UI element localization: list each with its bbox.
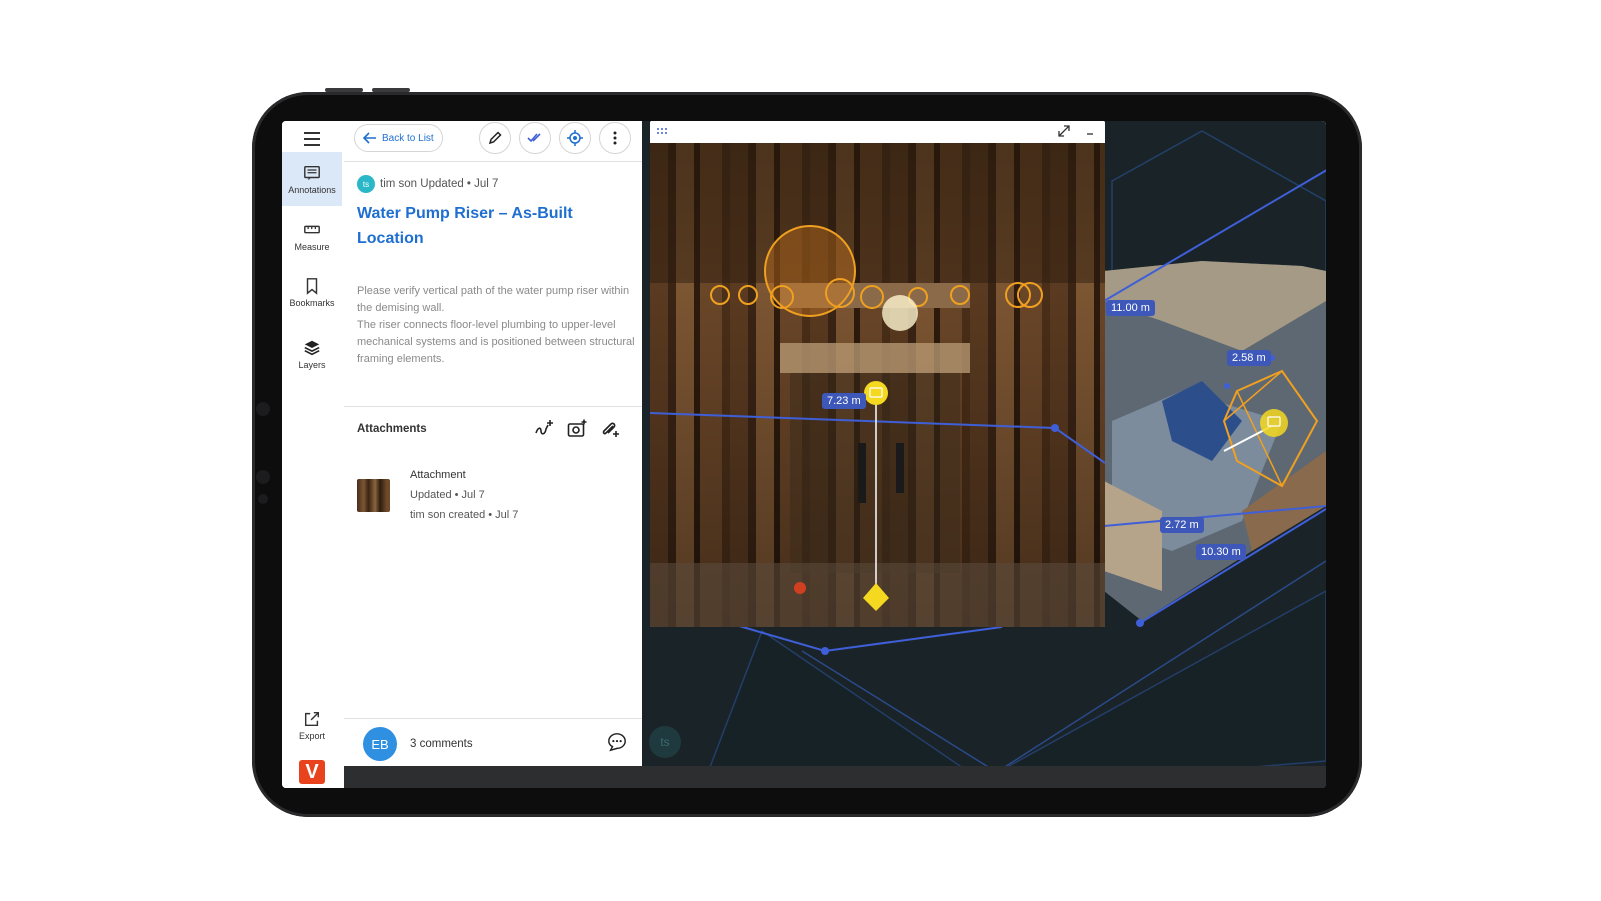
author-avatar: ts <box>357 175 375 193</box>
measurement-label[interactable]: 11.00 m <box>1106 300 1155 316</box>
attachments-heading: Attachments <box>357 423 427 435</box>
rail-item-label: Annotations <box>288 184 336 195</box>
rail-item-label: Measure <box>294 241 330 252</box>
attachment-name[interactable]: Attachment <box>410 469 466 481</box>
measurement-label[interactable]: 7.23 m <box>822 393 866 409</box>
export-icon <box>304 711 320 726</box>
measurement-label[interactable]: 2.72 m <box>1160 517 1204 533</box>
back-to-list-label: Back to List <box>382 132 434 144</box>
measurement-label[interactable]: 2.58 m <box>1227 350 1271 366</box>
left-rail: Annotations Measure Bookmarks Layers Exp… <box>282 121 345 788</box>
tablet-sensor <box>256 402 270 416</box>
author-updated-text: tim son Updated • Jul 7 <box>380 178 499 190</box>
add-markup-button[interactable] <box>534 419 556 441</box>
3d-viewport[interactable]: 11.00 m 2.58 m 2.72 m 10.30 m 7.23 m ts <box>642 121 1326 788</box>
panel-toolbar: Back to List <box>344 121 642 162</box>
tablet-sensor <box>258 494 268 504</box>
section-divider <box>344 406 642 407</box>
target-icon <box>567 130 583 146</box>
minimize-icon[interactable] <box>1084 125 1096 137</box>
site-photo: 7.23 m <box>650 143 1105 627</box>
user-presence-bubble: ts <box>649 726 681 758</box>
annotation-detail-panel: Back to List ts tim son Updated • Jul 7 … <box>344 121 643 788</box>
layers-icon <box>304 340 320 355</box>
rail-item-layers[interactable]: Layers <box>282 327 342 381</box>
author-row: ts tim son Updated • Jul 7 <box>357 175 498 193</box>
description-paragraph: The riser connects floor-level plumbing … <box>357 319 635 365</box>
pencil-icon <box>488 131 502 145</box>
rail-item-label: Export <box>298 730 325 741</box>
comments-link[interactable]: 3 comments <box>410 738 473 750</box>
draw-plus-icon <box>535 420 553 435</box>
resolve-button[interactable] <box>519 122 551 154</box>
add-file-button[interactable] <box>600 419 622 441</box>
expand-icon[interactable] <box>1058 125 1070 137</box>
tablet-sensor <box>256 470 270 484</box>
measurement-label[interactable]: 10.30 m <box>1196 544 1246 560</box>
drag-handle-icon[interactable] <box>656 127 668 135</box>
rail-item-measure[interactable]: Measure <box>282 209 342 263</box>
bottom-status-bar <box>344 766 1326 788</box>
attachment-updated: Updated • Jul 7 <box>410 489 485 501</box>
edit-button[interactable] <box>479 122 511 154</box>
app-screen: Annotations Measure Bookmarks Layers Exp… <box>282 121 1326 788</box>
more-vertical-icon <box>613 131 617 145</box>
paperclip-plus-icon <box>602 422 619 437</box>
camera-plus-icon <box>567 419 587 437</box>
annotation-description: Please verify vertical path of the water… <box>357 283 635 368</box>
rail-item-annotations[interactable]: Annotations <box>282 152 342 206</box>
attachment-thumbnail[interactable] <box>357 479 390 512</box>
comment-icon[interactable] <box>607 732 629 754</box>
locate-button[interactable] <box>559 122 591 154</box>
annotations-icon <box>304 165 320 180</box>
bookmark-icon <box>306 277 318 295</box>
description-paragraph: Please verify vertical path of the water… <box>357 285 630 314</box>
back-to-list-button[interactable]: Back to List <box>354 124 443 152</box>
app-logo: V <box>299 760 325 784</box>
photo-viewer-header <box>650 121 1105 143</box>
rail-item-label: Bookmarks <box>289 297 335 308</box>
rail-item-export[interactable]: Export <box>282 698 342 752</box>
attachment-created: tim son created • Jul 7 <box>410 509 519 521</box>
rail-item-label: Layers <box>298 359 326 370</box>
annotation-title: Water Pump Riser – As-Built Location <box>357 205 573 247</box>
photo-viewer-window[interactable]: 7.23 m <box>650 121 1105 627</box>
add-photo-button[interactable] <box>567 419 589 441</box>
avatar: EB <box>363 727 397 761</box>
hamburger-menu-icon[interactable] <box>301 129 325 149</box>
double-check-icon <box>527 133 541 143</box>
rail-item-bookmarks[interactable]: Bookmarks <box>282 265 342 319</box>
ruler-icon <box>304 225 320 233</box>
more-options-button[interactable] <box>599 122 631 154</box>
arrow-left-icon <box>363 132 376 144</box>
